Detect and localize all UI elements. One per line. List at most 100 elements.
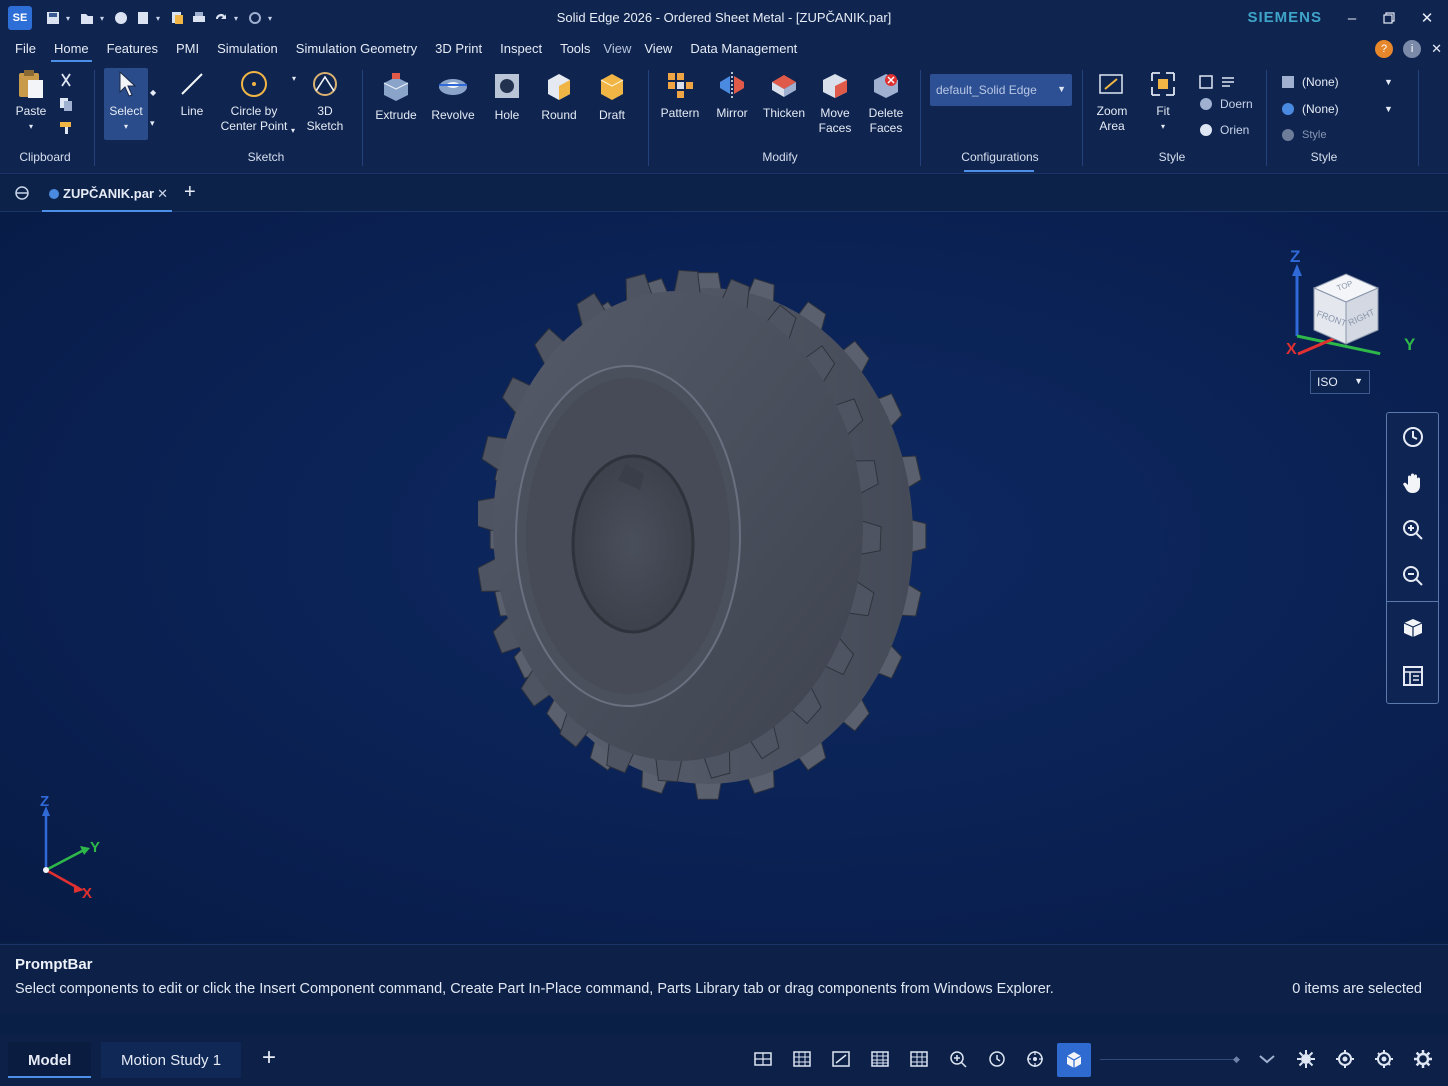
copy-icon[interactable] [168,9,186,27]
open-dropdown-icon[interactable]: ▾ [100,14,108,23]
new-icon[interactable] [134,9,152,27]
redo-icon[interactable] [212,9,230,27]
prompt-bar: PromptBar Select components to edit or c… [0,944,1448,1014]
view-cube[interactable]: TOP FRONT RIGHT Z Y X [1280,246,1430,356]
undo-icon[interactable] [112,9,130,27]
options-icon[interactable] [246,9,264,27]
view-manager-icon[interactable] [1399,662,1427,690]
zoom-slider-handle[interactable]: ◆ [1233,1054,1240,1065]
zoom-fit-icon[interactable] [947,1048,969,1070]
zoom-out-icon[interactable] [1399,562,1427,590]
menu-simulation[interactable]: Simulation [208,36,287,62]
3d-viewport[interactable]: TOP FRONT RIGHT Z Y X ISO ▼ Z Y X [0,212,1448,942]
close-window-icon[interactable]: ✕ [1415,6,1439,30]
thicken-button[interactable]: Thicken [760,68,808,121]
orient-icon [1200,124,1212,136]
table-view-icon[interactable] [908,1048,930,1070]
delete-faces-button[interactable]: Delete Faces [862,68,910,136]
face-style-dropdown[interactable]: (None) ▼ [1280,74,1393,90]
save-dropdown-icon[interactable]: ▾ [66,14,74,23]
edge-style-dropdown[interactable]: (None) ▼ [1280,101,1393,117]
zoom-area-button[interactable]: Zoom Area [1090,68,1134,134]
settings-gear-icon[interactable] [1412,1048,1434,1070]
motion-study-tab[interactable]: Motion Study 1 [101,1042,242,1078]
help-icon[interactable]: ? [1375,40,1394,58]
move-faces-button[interactable]: Move Faces [812,68,858,136]
hole-button[interactable]: Hole [486,68,528,123]
rotate-icon[interactable] [986,1048,1008,1070]
paste-button[interactable]: Paste ▾ [12,68,50,134]
line-button[interactable]: Line [172,68,212,119]
menu-file[interactable]: File [6,36,45,62]
redo-dropdown-icon[interactable]: ▾ [234,14,242,23]
circle-dropdown-icon[interactable]: ▾ [291,126,295,135]
close-document-icon[interactable]: ✕ [1431,41,1442,57]
view-style-icon[interactable] [1373,1048,1395,1070]
menu-simulation-geometry[interactable]: Simulation Geometry [287,36,426,62]
round-button[interactable]: Round [536,68,582,123]
home-tab-icon[interactable] [14,185,30,206]
spin-about-icon[interactable] [1024,1048,1046,1070]
fit-button[interactable]: Fit ▾ [1144,68,1182,134]
menu-inspect[interactable]: Inspect [491,36,551,62]
menu-home[interactable]: Home [45,36,98,62]
title-bar: SE ▾ ▾ ▾ ▾ ▾ Solid Edge 2026 - Ordered S… [0,0,1448,36]
app-logo[interactable]: SE [8,6,32,30]
menu-3d-print[interactable]: 3D Print [426,36,491,62]
expand-icon[interactable] [1256,1048,1278,1070]
format-painter-icon[interactable] [58,119,74,135]
restore-icon[interactable] [1377,6,1401,30]
zoom-in-icon[interactable] [1399,516,1427,544]
menu-data-management[interactable]: Data Management [681,36,806,62]
sketch-view-icon[interactable] [830,1048,852,1070]
customize-dropdown-icon[interactable]: ▾ [268,14,276,23]
select-options-icon[interactable]: ◆ [150,88,156,97]
print-icon[interactable] [190,9,208,27]
open-icon[interactable] [78,9,96,27]
extrude-button[interactable]: Extrude [372,68,420,123]
menu-view-hidden[interactable]: View [599,36,635,62]
menu-view[interactable]: View [635,36,681,62]
rotate-view-icon[interactable] [1399,423,1427,451]
two-views-icon[interactable] [791,1048,813,1070]
new-dropdown-icon[interactable]: ▾ [156,14,164,23]
single-view-icon[interactable] [752,1048,774,1070]
add-study-icon[interactable]: + [262,1044,276,1072]
circle-by-center-point-button[interactable]: Circle by Center Point [216,68,292,134]
mirror-button[interactable]: Mirror [710,68,754,121]
copy-clipboard-icon[interactable] [58,96,74,112]
view-orientation-dropdown[interactable]: ISO ▼ [1310,370,1370,394]
orient-button[interactable]: Orien [1198,122,1249,138]
grid-view-icon[interactable] [869,1048,891,1070]
minimize-icon[interactable]: – [1340,6,1364,30]
draft-button[interactable]: Draft [590,68,634,123]
style-button[interactable]: Style [1280,127,1326,143]
gear-model[interactable] [478,246,978,816]
lighting-icon[interactable] [1334,1048,1356,1070]
close-tab-icon[interactable]: ✕ [157,186,168,202]
menu-tools[interactable]: Tools [551,36,599,62]
save-icon[interactable] [44,9,62,27]
select-button[interactable]: Select ▾ [104,68,148,140]
pattern-button[interactable]: Pattern [656,68,704,121]
pan-hand-icon[interactable] [1399,469,1427,497]
document-tab[interactable]: ZUPČANIK.par ✕ [42,175,172,212]
revolve-button[interactable]: Revolve [428,68,478,123]
menu-features[interactable]: Features [98,36,167,62]
cut-icon[interactable] [58,72,74,88]
select-dropdown-icon[interactable]: ▾ [150,118,155,129]
zoom-slider-track[interactable] [1100,1059,1240,1060]
configuration-dropdown[interactable]: default_Solid Edge ▼ [930,74,1072,106]
view-small-button-1[interactable] [1198,74,1242,90]
shaded-view-icon[interactable] [1057,1043,1091,1077]
document-tab-strip: ZUPČANIK.par ✕ + [0,175,1448,212]
3d-sketch-button[interactable]: 3D Sketch [304,68,346,134]
model-tab[interactable]: Model [8,1042,92,1078]
render-settings-icon[interactable] [1295,1048,1317,1070]
view-cube-toggle-icon[interactable] [1399,614,1427,642]
circle-more-icon[interactable]: ▾ [292,74,296,83]
info-icon[interactable]: i [1403,40,1422,58]
menu-pmi[interactable]: PMI [167,36,208,62]
view-small-button-2[interactable]: Doern [1198,96,1253,112]
add-tab-icon[interactable]: + [184,181,196,204]
